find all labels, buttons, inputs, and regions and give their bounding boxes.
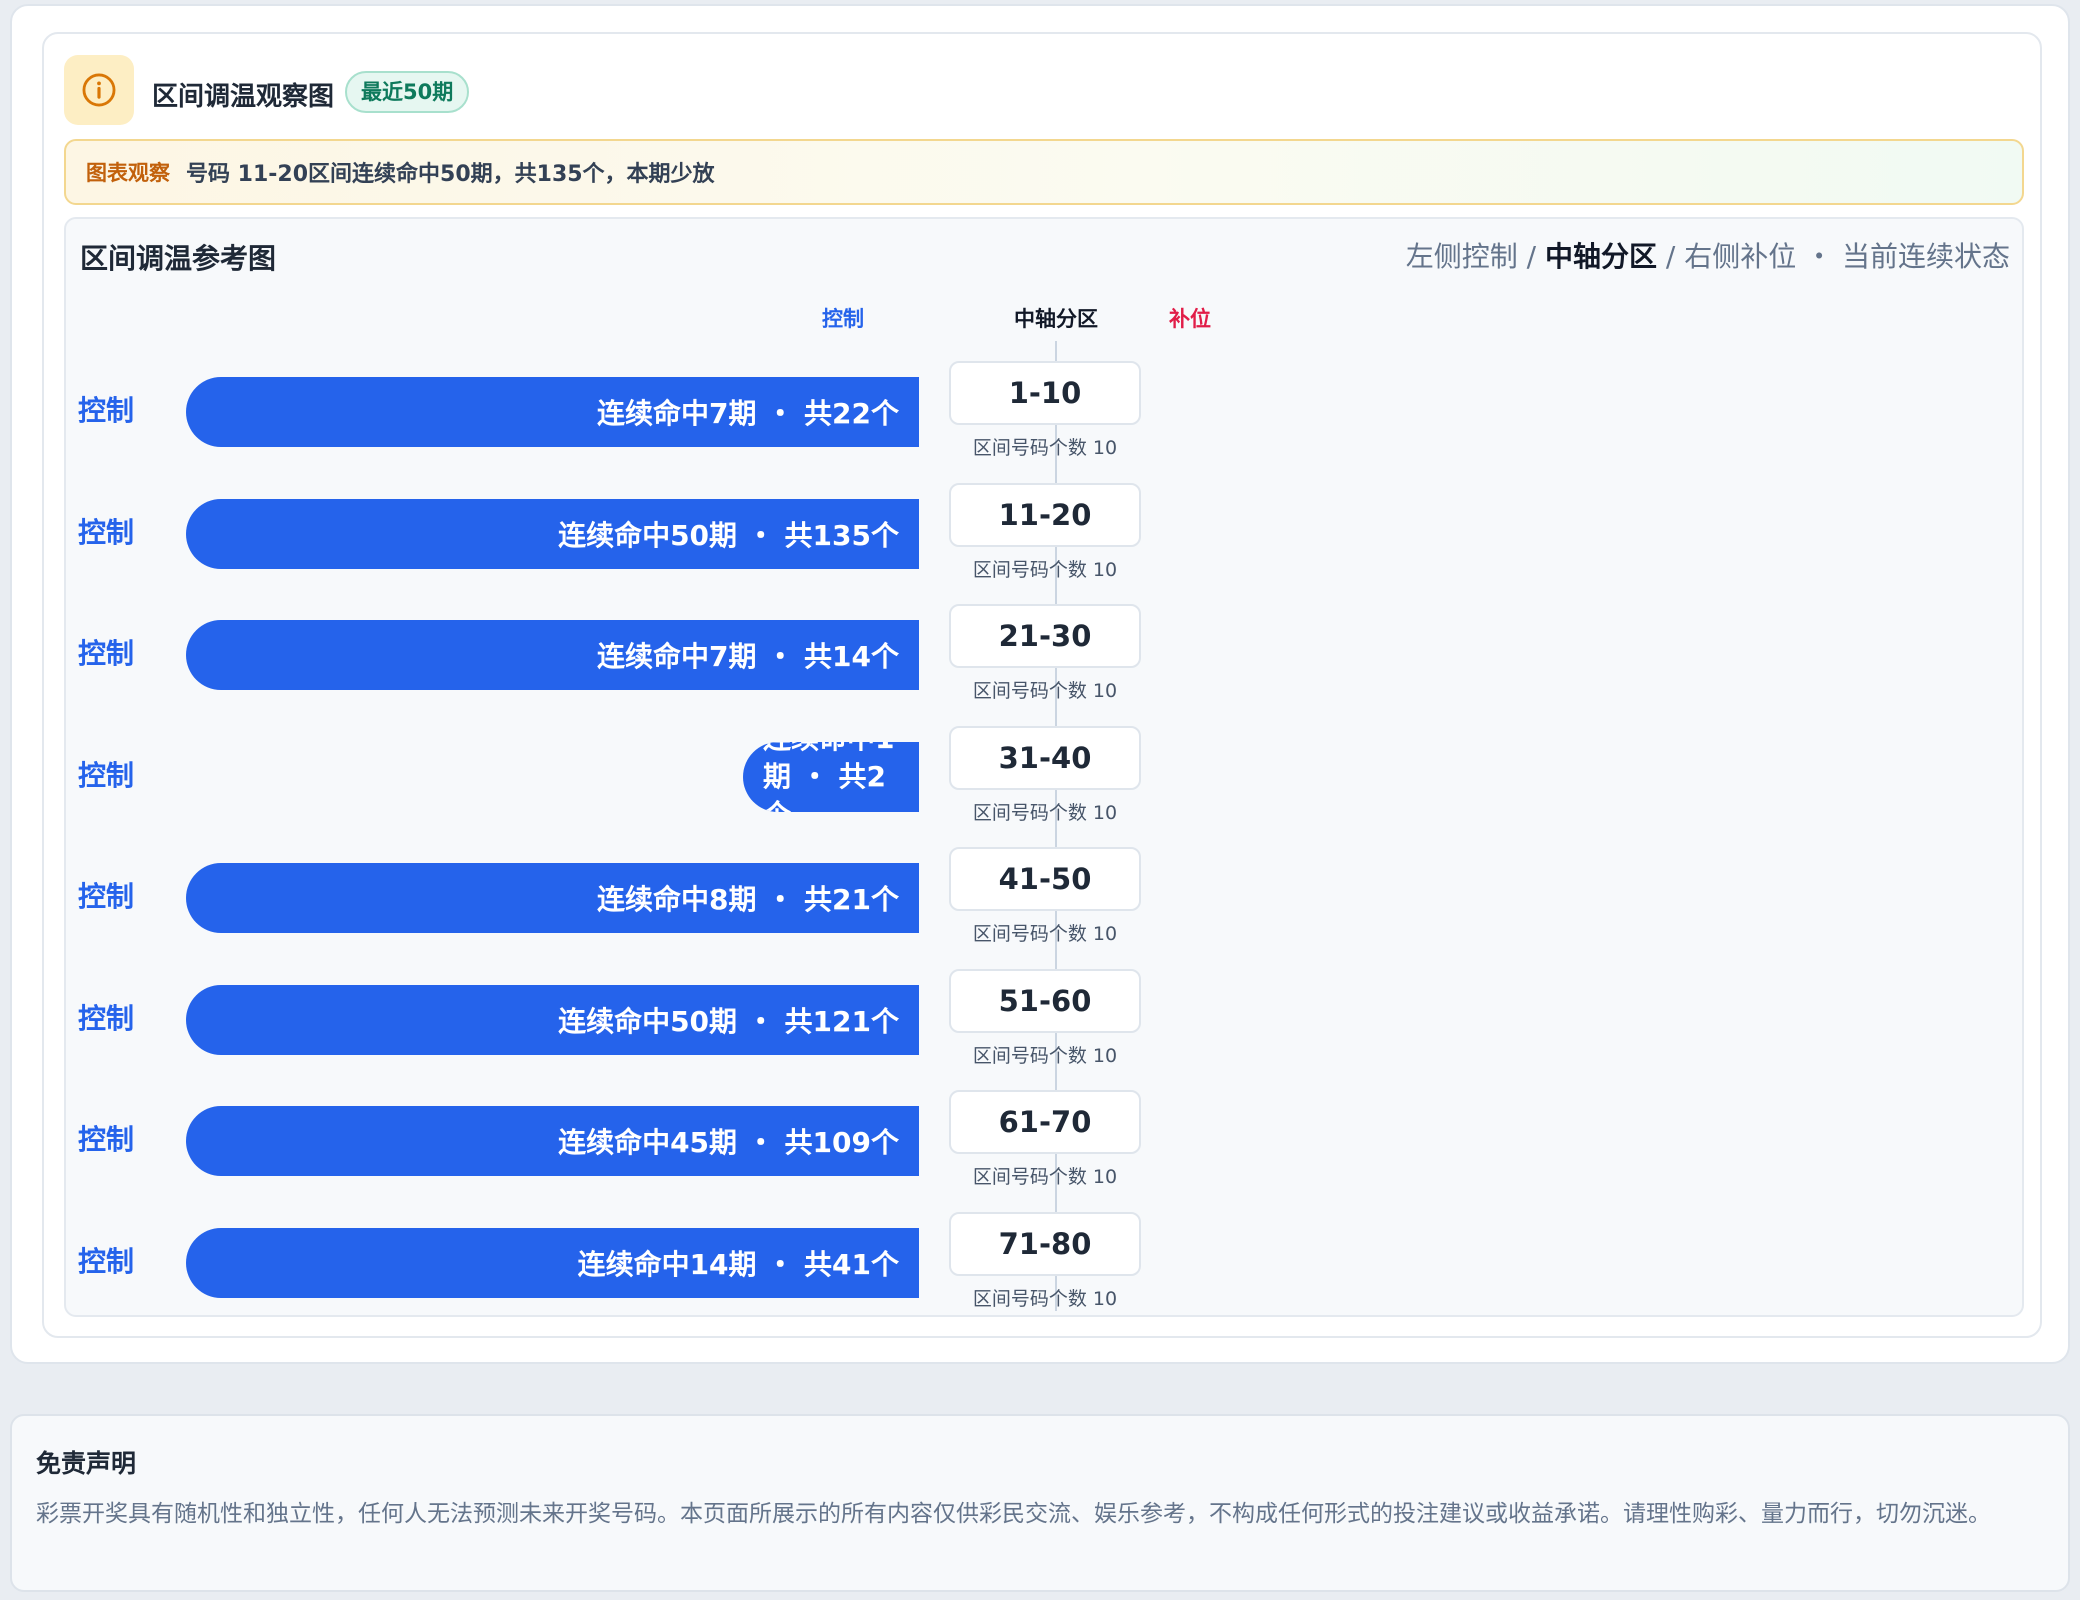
row-label-control: 控制	[78, 637, 135, 670]
row-label-control: 控制	[78, 758, 135, 792]
bar-label: 连续命中7期 ・ 共14个	[597, 640, 899, 673]
bar-label: 连续命中50期 ・ 共121个	[558, 1004, 899, 1038]
row-label-control: 控制	[78, 394, 135, 427]
control-bar: 连续命中45期 ・ 共109个	[186, 1106, 919, 1176]
disclaimer-card: 免责声明 彩票开奖具有随机性和独立性，任何人无法预测未来开奖号码。本页面所展示的…	[10, 1414, 2070, 1592]
disclaimer-text: 彩票开奖具有随机性和独立性，任何人无法预测未来开奖号码。本页面所展示的所有内容仅…	[36, 1501, 1991, 1527]
zone-range-box: 41-50	[949, 847, 1141, 911]
bar-label: 连续命中8期 ・ 共21个	[597, 883, 899, 916]
zone-count-label: 区间号码个数 10	[972, 923, 1118, 945]
zone-range-box: 61-70	[949, 1090, 1141, 1154]
control-bar: 连续命中1期 ・ 共2个	[743, 741, 919, 812]
zone-count-label: 区间号码个数 10	[972, 437, 1118, 459]
zone-range-box: 1-10	[949, 361, 1141, 425]
chart-card: 区间调温观察图 最近50期 图表观察 号码 11-20区间连续命中50期，共13…	[42, 32, 2042, 1338]
bar-label: 连续命中45期 ・ 共109个	[558, 1126, 899, 1159]
observation-tag: 图表观察	[86, 161, 170, 185]
zone-count-label: 区间号码个数 10	[972, 558, 1118, 581]
interval-card: 区间调温观察图 最近50期 图表观察 号码 11-20区间连续命中50期，共13…	[10, 4, 2070, 1364]
observation-banner: 图表观察 号码 11-20区间连续命中50期，共135个，本期少放	[64, 139, 2024, 205]
period-badge: 最近50期	[345, 71, 470, 113]
disclaimer-title: 免责声明	[36, 1449, 137, 1478]
zone-range-box: 51-60	[949, 968, 1141, 1033]
control-bar: 连续命中14期 ・ 共41个	[186, 1227, 919, 1298]
zone-range-box: 21-30	[949, 604, 1141, 668]
zone-range-box: 71-80	[949, 1211, 1141, 1276]
bar-label: 连续命中14期 ・ 共41个	[577, 1247, 899, 1281]
control-bar: 连续命中50期 ・ 共121个	[186, 984, 919, 1055]
zone-range-box: 31-40	[949, 725, 1141, 790]
info-icon	[82, 73, 116, 107]
control-bar: 连续命中50期 ・ 共135个	[186, 498, 919, 569]
control-bar: 连续命中8期 ・ 共21个	[186, 863, 919, 933]
chart-panel: 区间调温参考图 左侧控制 / 中轴分区 / 右侧补位 ・ 当前连续状态 控制 中…	[64, 217, 2024, 1317]
zone-count-label: 区间号码个数 10	[972, 1287, 1118, 1310]
info-icon-tile	[64, 55, 134, 125]
zone-range-box: 11-20	[949, 482, 1141, 547]
control-bar: 连续命中7期 ・ 共14个	[186, 620, 919, 690]
observation-text: 号码 11-20区间连续命中50期，共135个，本期少放	[186, 162, 715, 187]
bar-label: 连续命中50期 ・ 共135个	[558, 518, 899, 552]
chart-rows: 控制 连续命中7期 ・ 共22个 1-10 区间号码个数 10 控制 连续命中50期 ・ …	[66, 219, 2022, 1315]
row-label-control: 控制	[78, 880, 135, 913]
bar-label: 连续命中7期 ・ 共22个	[597, 397, 899, 430]
zone-count-label: 区间号码个数 10	[972, 801, 1118, 824]
bar-label: 连续命中1期 ・ 共2个	[763, 742, 894, 812]
row-label-control: 控制	[78, 1123, 135, 1156]
zone-count-label: 区间号码个数 10	[972, 1044, 1118, 1067]
page-title: 区间调温观察图	[152, 82, 335, 112]
row-label-control: 控制	[78, 1001, 135, 1035]
zone-count-label: 区间号码个数 10	[972, 680, 1118, 702]
row-label-control: 控制	[78, 1244, 135, 1278]
zone-count-label: 区间号码个数 10	[972, 1166, 1118, 1188]
row-label-control: 控制	[78, 515, 135, 549]
control-bar: 连续命中7期 ・ 共22个	[186, 377, 919, 447]
